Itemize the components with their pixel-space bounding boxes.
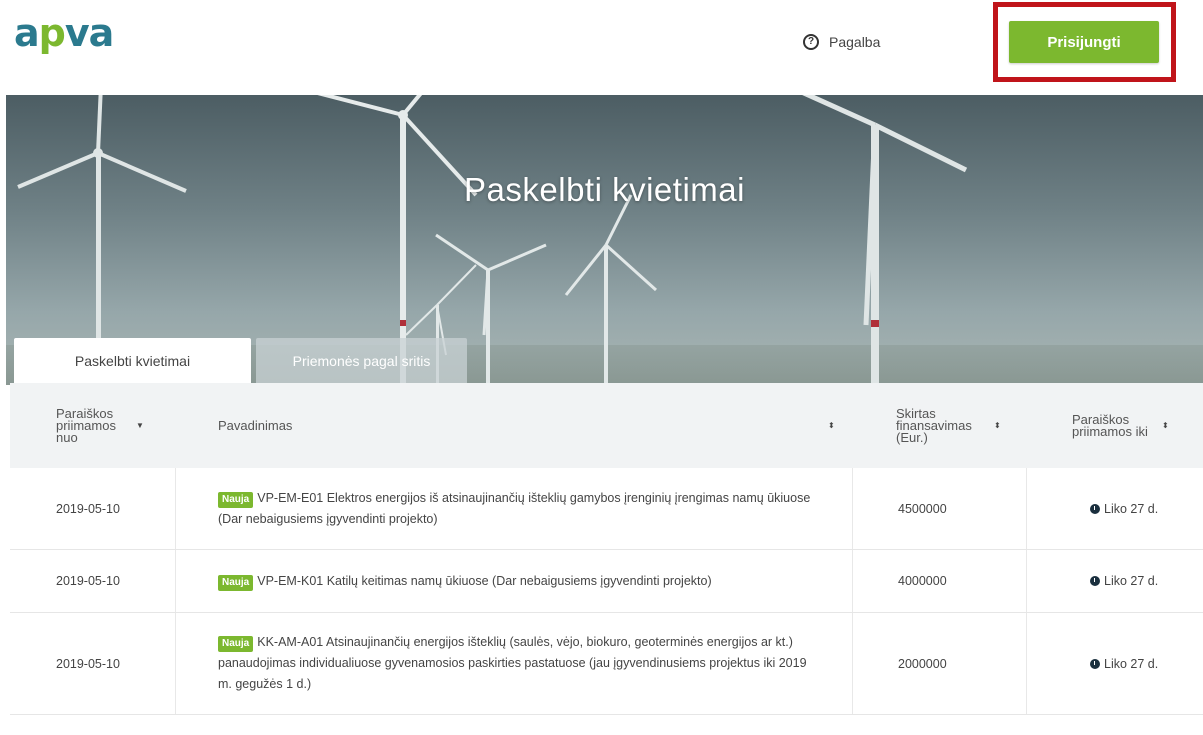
table-row[interactable]: 2019-05-10 Nauja KK-AM-A01 Atsinaujinanči… <box>10 613 1203 715</box>
deadline-text: Liko 27 d. <box>1104 574 1159 588</box>
cell-deadline: Liko 27 d. <box>1090 468 1190 549</box>
help-link[interactable]: ? Pagalba <box>803 34 880 50</box>
logo-letter-a: a <box>14 11 40 55</box>
page-title: Paskelbti kvietimai <box>464 171 745 208</box>
cell-date-from: 2019-05-10 <box>56 501 120 516</box>
sort-both-icon: ⬍ <box>1162 421 1169 430</box>
clock-icon <box>1090 658 1100 669</box>
cell-name[interactable]: Nauja VP-EM-E01 Elektros energijos iš ats… <box>218 468 818 549</box>
logo-letter-p: p <box>38 11 66 55</box>
cell-date-from: 2019-05-10 <box>56 574 120 588</box>
column-header-date-until[interactable]: Paraiškos priimamos iki ⬍ <box>1072 383 1192 468</box>
column-header-name[interactable]: Pavadinimas ⬍ <box>218 383 838 468</box>
cell-name[interactable]: Nauja VP-EM-K01 Katilų keitimas namų ūkiu… <box>218 550 838 612</box>
call-title[interactable]: VP-EM-K01 Katilų keitimas namų ūkiuose (… <box>257 574 711 588</box>
cell-deadline: Liko 27 d. <box>1090 613 1190 714</box>
cell-funding: 2000000 <box>898 656 947 671</box>
new-badge: Nauja <box>218 491 254 508</box>
cell-date-from: 2019-05-10 <box>56 656 120 671</box>
clock-icon <box>1090 503 1100 514</box>
table-row[interactable]: 2019-05-10 Nauja VP-EM-K01 Katilų keitima… <box>10 550 1203 613</box>
caret-down-icon: ▼ <box>136 421 144 430</box>
question-circle-icon: ? <box>803 34 819 50</box>
table-row[interactable]: 2019-05-10 Nauja VP-EM-E01 Elektros energ… <box>10 468 1203 550</box>
calls-table: Paraiškos priimamos nuo ▼ Pavadinimas ⬍ … <box>10 383 1203 715</box>
column-header-date-from[interactable]: Paraiškos priimamos nuo ▼ <box>56 383 176 468</box>
cell-funding: 4000000 <box>898 574 947 588</box>
column-header-funding[interactable]: Skirtas finansavimas (Eur.) ⬍ <box>896 383 1026 468</box>
sort-both-icon: ⬍ <box>994 421 1001 430</box>
logo-letters-va: va <box>64 11 114 55</box>
header: apva ? Pagalba Prisijungti <box>0 0 1203 95</box>
deadline-text: Liko 27 d. <box>1104 501 1159 516</box>
call-title[interactable]: KK-AM-A01 Atsinaujinančių energijos ište… <box>218 635 807 691</box>
sort-both-icon: ⬍ <box>828 421 835 430</box>
call-title[interactable]: VP-EM-E01 Elektros energijos iš atsinauj… <box>218 491 810 526</box>
deadline-text: Liko 27 d. <box>1104 656 1159 671</box>
cell-funding: 4500000 <box>898 501 947 516</box>
tab-priemones-pagal-sritis[interactable]: Priemonės pagal sritis <box>256 338 467 384</box>
tab-paskelbti-kvietimai[interactable]: Paskelbti kvietimai <box>14 338 251 384</box>
login-button[interactable]: Prisijungti <box>1009 21 1159 63</box>
new-badge: Nauja <box>218 636 254 652</box>
help-label: Pagalba <box>829 34 881 50</box>
turbine-right <box>802 95 968 385</box>
new-badge: Nauja <box>218 574 254 591</box>
apva-logo[interactable]: apva <box>14 11 114 55</box>
cell-deadline: Liko 27 d. <box>1090 550 1190 612</box>
table-header: Paraiškos priimamos nuo ▼ Pavadinimas ⬍ … <box>10 383 1203 468</box>
cell-name[interactable]: Nauja KK-AM-A01 Atsinaujinančių energijos… <box>218 613 818 714</box>
clock-icon <box>1090 576 1100 586</box>
